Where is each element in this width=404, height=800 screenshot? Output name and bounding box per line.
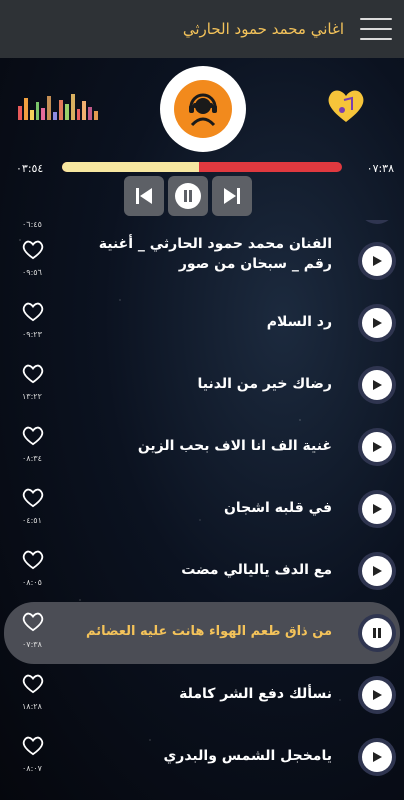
song-title: من ذاق طعم الهواء هانت عليه العضائم <box>86 624 332 639</box>
play-song-button[interactable] <box>362 556 392 586</box>
song-title: غنية الف انا الاف بحب الزين <box>137 438 332 454</box>
list-item[interactable]: ٠٨:٠٧ يامخجل الشمس والبدري <box>0 726 404 788</box>
headphones-avatar-icon <box>189 93 217 127</box>
play-song-button[interactable] <box>362 370 392 400</box>
play-icon <box>373 380 382 390</box>
heart-outline-icon[interactable] <box>22 612 44 632</box>
list-item[interactable]: ١٨:٢٨ نسألك دفع الشر كاملة <box>0 664 404 726</box>
play-song-button[interactable] <box>362 246 392 276</box>
heart-outline-icon[interactable] <box>22 736 44 756</box>
pause-button[interactable] <box>168 176 208 216</box>
song-title: الفنان محمد حمود الحارثي _ أغنية رقم _ س… <box>98 236 332 272</box>
song-duration: ٠٤:٥١ <box>22 516 42 525</box>
elapsed-time: ٠٣:٥٤ <box>16 162 44 175</box>
play-icon <box>373 442 382 452</box>
play-song-button[interactable] <box>362 494 392 524</box>
heart-outline-icon[interactable] <box>22 674 44 694</box>
song-duration: ١٣:٢٢ <box>22 392 42 401</box>
song-duration: ٠٨:٣٤ <box>22 454 42 463</box>
play-icon <box>373 752 382 762</box>
song-title: في قلبه اشجان <box>223 500 332 516</box>
top-bar: اغاني محمد حمود الحارثي <box>0 0 404 58</box>
song-duration: ٠٧:٣٨ <box>22 640 42 649</box>
hamburger-menu-icon[interactable] <box>360 18 392 40</box>
list-item[interactable]: ٠٤:٥١ في قلبه اشجان <box>0 478 404 540</box>
play-song-button[interactable] <box>362 742 392 772</box>
play-icon <box>373 318 382 328</box>
song-title: مع الدف ياليالي مضت <box>181 562 332 578</box>
skip-previous-icon <box>136 188 152 204</box>
heart-outline-icon[interactable] <box>22 488 44 508</box>
heart-outline-icon[interactable] <box>22 240 44 260</box>
pause-icon <box>373 628 381 638</box>
song-title: يامخجل الشمس والبدري <box>163 748 332 764</box>
song-duration: ٠٨:٠٧ <box>22 764 42 773</box>
app-title: اغاني محمد حمود الحارثي <box>182 20 344 38</box>
previous-button[interactable] <box>124 176 164 216</box>
list-item[interactable]: ٠٨:٠٥ مع الدف ياليالي مضت <box>0 540 404 602</box>
song-title: رضاك خير من الدنيا <box>197 376 332 392</box>
play-icon <box>373 504 382 514</box>
song-title: رد السلام <box>266 314 332 330</box>
list-item[interactable]: ٠٦:٤٥ <box>0 220 404 230</box>
song-duration: ٠٩:٥٦ <box>22 268 42 277</box>
list-item[interactable]: ١٣:٢٢ رضاك خير من الدنيا <box>0 354 404 416</box>
playback-controls <box>124 176 252 216</box>
song-duration: ٠٦:٤٥ <box>22 220 42 229</box>
player-panel: ٠٣:٥٤ ٠٧:٣٨ <box>0 58 404 220</box>
play-song-button[interactable] <box>362 432 392 462</box>
skip-next-icon <box>224 188 240 204</box>
list-item[interactable]: ٠٩:٥٦ الفنان محمد حمود الحارثي _ أغنية ر… <box>0 230 404 292</box>
list-item[interactable]: ٠٨:٣٤ غنية الف انا الاف بحب الزين <box>0 416 404 478</box>
song-list: ٠٦:٤٥ ٠٩:٥٦ الفنان محمد حمود الحارثي _ أ… <box>0 220 404 800</box>
play-song-button[interactable] <box>362 308 392 338</box>
play-icon <box>373 256 382 266</box>
song-duration: ١٨:٢٨ <box>22 702 42 711</box>
equalizer-icon <box>18 94 99 120</box>
total-time: ٠٧:٣٨ <box>366 162 394 175</box>
play-song-button[interactable] <box>362 680 392 710</box>
heart-outline-icon[interactable] <box>22 550 44 570</box>
play-icon <box>373 566 382 576</box>
song-duration: ٠٨:٠٥ <box>22 578 42 587</box>
play-icon <box>373 690 382 700</box>
seek-bar[interactable] <box>62 162 342 172</box>
artist-logo <box>160 66 246 152</box>
next-button[interactable] <box>212 176 252 216</box>
seek-progress <box>62 162 200 172</box>
heart-outline-icon[interactable] <box>22 426 44 446</box>
pause-song-button[interactable] <box>362 618 392 648</box>
heart-outline-icon[interactable] <box>22 302 44 322</box>
song-title: نسألك دفع الشر كاملة <box>179 686 332 702</box>
list-item-now-playing[interactable]: ٠٧:٣٨ من ذاق طعم الهواء هانت عليه العضائ… <box>4 602 400 664</box>
pause-icon <box>175 183 201 209</box>
favorites-heart-music-icon[interactable] <box>326 88 366 124</box>
song-duration: ٠٩:٢٣ <box>22 330 42 339</box>
list-item[interactable]: ٠٩:٢٣ رد السلام <box>0 292 404 354</box>
heart-outline-icon[interactable] <box>22 364 44 384</box>
